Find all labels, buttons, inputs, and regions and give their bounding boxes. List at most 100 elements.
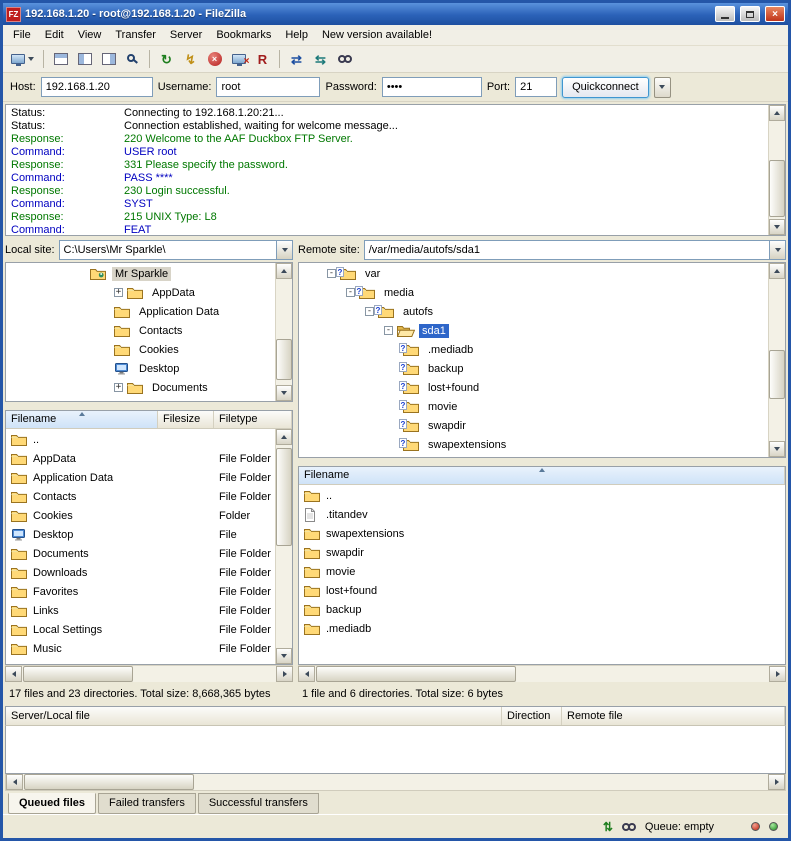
column-header-filesize[interactable]: Filesize	[158, 411, 214, 428]
column-header-filename[interactable]: Filename	[6, 411, 158, 428]
scroll-down-button[interactable]	[276, 385, 292, 401]
scrollbar-thumb[interactable]	[276, 339, 292, 380]
scroll-right-button[interactable]	[276, 666, 293, 682]
tree-expand-toggle[interactable]: -	[327, 269, 336, 278]
file-row-mediadb[interactable]: .mediadb	[299, 619, 785, 638]
file-row-links[interactable]: LinksFile Folder	[6, 601, 292, 620]
toggle-local-treeview-button[interactable]	[73, 48, 96, 70]
tree-item-application-data[interactable]: Application Data	[6, 302, 274, 321]
scrollbar-thumb[interactable]	[769, 350, 785, 399]
file-row-contacts[interactable]: ContactsFile Folder	[6, 487, 292, 506]
scroll-down-button[interactable]	[769, 219, 785, 235]
scroll-up-button[interactable]	[769, 263, 785, 279]
tab-queued-files[interactable]: Queued files	[8, 793, 96, 814]
tree-expand-toggle[interactable]: +	[114, 383, 123, 392]
column-header-remote-file[interactable]: Remote file	[562, 707, 785, 725]
scrollbar-thumb[interactable]	[276, 448, 292, 547]
column-header-direction[interactable]: Direction	[502, 707, 562, 725]
disconnect-button[interactable]: ×	[227, 48, 250, 70]
combo-dropdown-button[interactable]	[276, 241, 292, 259]
tree-item-appdata[interactable]: +AppData	[6, 283, 274, 302]
username-input[interactable]	[216, 77, 320, 97]
tree-expand-toggle[interactable]: -	[384, 326, 393, 335]
vertical-scrollbar[interactable]	[275, 429, 292, 664]
file-row-appdata[interactable]: AppDataFile Folder	[6, 449, 292, 468]
tree-expand-toggle[interactable]: -	[346, 288, 355, 297]
host-input[interactable]	[41, 77, 153, 97]
site-manager-button[interactable]	[7, 48, 38, 70]
queue-horizontal-scrollbar[interactable]	[5, 774, 786, 791]
minimize-button[interactable]	[715, 6, 735, 22]
close-button[interactable]: ×	[765, 6, 785, 22]
tree-item-media[interactable]: -?media	[299, 283, 767, 302]
file-row-swapextensions[interactable]: swapextensions	[299, 524, 785, 543]
tab-failed-transfers[interactable]: Failed transfers	[98, 793, 196, 814]
scroll-left-button[interactable]	[6, 774, 23, 790]
local-site-combo[interactable]: C:\Users\Mr Sparkle\	[59, 240, 293, 260]
quickconnect-dropdown-button[interactable]	[654, 77, 671, 98]
tree-item-var[interactable]: -?var	[299, 264, 767, 283]
scroll-up-button[interactable]	[276, 263, 292, 279]
menu-item-bookmarks[interactable]: Bookmarks	[209, 26, 278, 44]
tree-item-dvd[interactable]: ?dvd	[299, 454, 767, 458]
tree-item-backup[interactable]: ?backup	[299, 359, 767, 378]
maximize-button[interactable]	[740, 6, 760, 22]
remote-site-combo[interactable]: /var/media/autofs/sda1	[364, 240, 786, 260]
tree-item-downloads[interactable]: +Downloads	[6, 397, 274, 402]
reconnect-button[interactable]: R	[251, 48, 274, 70]
scroll-up-button[interactable]	[769, 105, 785, 121]
tree-item-desktop[interactable]: Desktop	[6, 359, 274, 378]
toggle-queue-button[interactable]	[121, 48, 144, 70]
vertical-scrollbar[interactable]	[768, 263, 785, 457]
tree-expand-toggle[interactable]: -	[365, 307, 374, 316]
scroll-up-button[interactable]	[276, 429, 292, 445]
directory-comparison-button[interactable]: ⇄	[285, 48, 308, 70]
tree-item-lost-found[interactable]: ?lost+found	[299, 378, 767, 397]
file-row-item[interactable]: ..	[299, 486, 785, 505]
scroll-down-button[interactable]	[769, 441, 785, 457]
scrollbar-thumb[interactable]	[23, 666, 133, 682]
tree-item-sda1[interactable]: -sda1	[299, 321, 767, 340]
scroll-left-button[interactable]	[5, 666, 22, 682]
scrollbar-thumb[interactable]	[316, 666, 516, 682]
combo-dropdown-button[interactable]	[769, 241, 785, 259]
password-input[interactable]	[382, 77, 482, 97]
scroll-down-button[interactable]	[276, 648, 292, 664]
tab-successful-transfers[interactable]: Successful transfers	[198, 793, 319, 814]
file-row-item[interactable]: ..	[6, 430, 292, 449]
local-tree-splitter[interactable]	[5, 402, 293, 410]
cancel-button[interactable]: ×	[203, 48, 226, 70]
tree-item-documents[interactable]: +Documents	[6, 378, 274, 397]
tree-item-movie[interactable]: ?movie	[299, 397, 767, 416]
file-row-titandev[interactable]: .titandev	[299, 505, 785, 524]
title-bar[interactable]: FZ 192.168.1.20 - root@192.168.1.20 - Fi…	[3, 3, 788, 25]
quickconnect-button[interactable]: Quickconnect	[562, 77, 649, 98]
scroll-left-button[interactable]	[298, 666, 315, 682]
column-header-filetype[interactable]: Filetype	[214, 411, 292, 428]
tree-item-mediadb[interactable]: ?.mediadb	[299, 340, 767, 359]
file-row-desktop[interactable]: DesktopFile	[6, 525, 292, 544]
file-row-lost-found[interactable]: lost+found	[299, 581, 785, 600]
synchronized-browsing-button[interactable]: ⇆	[309, 48, 332, 70]
file-row-movie[interactable]: movie	[299, 562, 785, 581]
find-files-button[interactable]	[333, 48, 356, 70]
scrollbar-thumb[interactable]	[769, 160, 785, 217]
file-row-downloads[interactable]: DownloadsFile Folder	[6, 563, 292, 582]
remote-horizontal-scrollbar[interactable]	[298, 665, 786, 682]
vertical-scrollbar[interactable]	[768, 105, 785, 235]
column-header-filename[interactable]: Filename	[299, 467, 785, 484]
scroll-right-button[interactable]	[769, 666, 786, 682]
remote-tree-splitter[interactable]	[298, 458, 786, 466]
column-header-server-local-file[interactable]: Server/Local file	[6, 707, 502, 725]
file-row-cookies[interactable]: CookiesFolder	[6, 506, 292, 525]
tree-item-contacts[interactable]: Contacts	[6, 321, 274, 340]
scrollbar-thumb[interactable]	[24, 774, 194, 790]
menu-item-view[interactable]: View	[71, 26, 109, 44]
refresh-button[interactable]: ↻	[155, 48, 178, 70]
menu-item-help[interactable]: Help	[278, 26, 315, 44]
local-horizontal-scrollbar[interactable]	[5, 665, 293, 682]
file-row-swapdir[interactable]: swapdir	[299, 543, 785, 562]
menu-item-new-version-available[interactable]: New version available!	[315, 26, 439, 44]
tree-item-swapextensions[interactable]: ?swapextensions	[299, 435, 767, 454]
scroll-right-button[interactable]	[768, 774, 785, 790]
